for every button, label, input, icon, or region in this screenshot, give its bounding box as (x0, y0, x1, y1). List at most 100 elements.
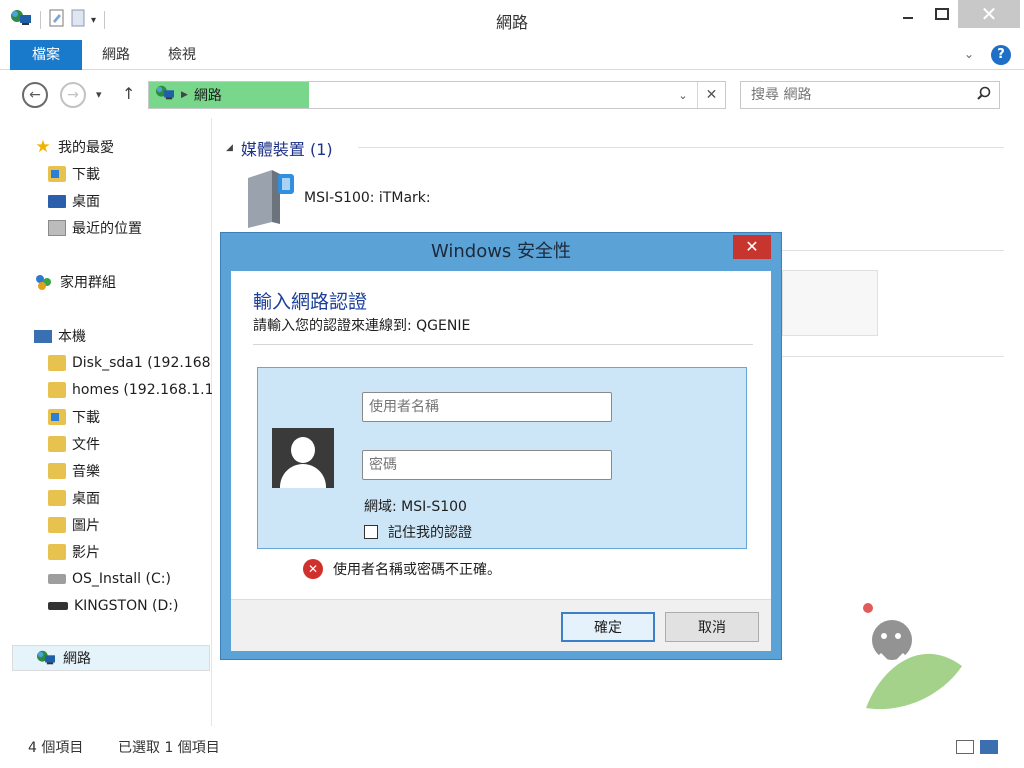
forward-button[interactable]: → (60, 82, 86, 108)
username-field[interactable] (362, 392, 612, 422)
sidebar-item-label: 文件 (72, 437, 100, 453)
address-bar[interactable]: ▶ 網路 ⌄ ✕ (148, 81, 726, 109)
navigation-pane: ★ 我的最愛 下載 桌面 最近的位置 家用群組 本機 Disk_sda1 (19… (0, 118, 212, 726)
media-server-icon (242, 168, 294, 228)
ok-button[interactable]: 確定 (561, 612, 655, 642)
ribbon: 檔案 網路 檢視 ⌄ ? (0, 40, 1024, 70)
maximize-button[interactable] (928, 0, 956, 28)
details-view-icon[interactable] (956, 740, 974, 754)
credential-panel: 網域: MSI-S100 記住我的認證 (257, 367, 747, 549)
network-folder-icon (48, 382, 66, 398)
sidebar-item-desktop[interactable]: 桌面 (48, 188, 212, 214)
sidebar-item-label: 圖片 (72, 518, 100, 534)
group-divider (358, 147, 1004, 148)
sidebar-item-recent-places[interactable]: 最近的位置 (48, 215, 212, 241)
group-divider (782, 250, 1004, 251)
desktop-folder-icon (48, 490, 66, 506)
close-icon: ✕ (745, 237, 759, 256)
sidebar-item-videos[interactable]: 影片 (48, 539, 212, 565)
tab-view[interactable]: 檢視 (156, 40, 208, 70)
up-arrow-icon: ↑ (122, 84, 136, 103)
homegroup-icon (34, 273, 54, 291)
help-icon[interactable]: ? (991, 45, 1011, 65)
address-dropdown-icon[interactable]: ⌄ (671, 82, 695, 108)
sidebar-item-label: 網路 (63, 651, 91, 667)
sidebar-item-d-drive[interactable]: KINGSTON (D:) (48, 593, 212, 619)
window-title: 網路 (495, 13, 528, 32)
chevron-right-icon: ▶ (181, 90, 188, 100)
sidebar-item-music[interactable]: 音樂 (48, 458, 212, 484)
sidebar-item-label: 桌面 (72, 194, 100, 210)
large-icons-view-icon[interactable] (980, 740, 998, 754)
sidebar-item-homegroup[interactable]: 家用群組 (34, 269, 212, 295)
sidebar-item-this-pc[interactable]: 本機 (34, 323, 212, 349)
item-count: 4 個項目 (28, 740, 84, 756)
breadcrumb[interactable]: ▶ 網路 (149, 82, 309, 108)
clear-address-icon[interactable]: ✕ (697, 82, 725, 108)
sidebar-item-pictures[interactable]: 圖片 (48, 512, 212, 538)
search-box[interactable] (740, 81, 1000, 109)
sidebar-item-favorites[interactable]: ★ 我的最愛 (34, 134, 212, 160)
remember-credentials-option[interactable]: 記住我的認證 (364, 522, 472, 542)
domain-label: 網域: MSI-S100 (364, 499, 467, 515)
cancel-button[interactable]: 取消 (665, 612, 759, 642)
sidebar-item-disk-sda1[interactable]: Disk_sda1 (192.168 (48, 350, 212, 376)
collapse-triangle-icon[interactable]: ◢ (226, 143, 233, 153)
recent-places-icon (48, 220, 66, 236)
breadcrumb-item[interactable]: 網路 (194, 85, 222, 105)
network-folder-icon (48, 355, 66, 371)
hard-drive-icon (48, 574, 66, 584)
sidebar-item-downloads[interactable]: 下載 (48, 161, 212, 187)
pictures-folder-icon (48, 517, 66, 533)
sidebar-item-label: 音樂 (72, 464, 100, 480)
sidebar-item-downloads-pc[interactable]: 下載 (48, 404, 212, 430)
downloads-folder-icon (48, 409, 66, 425)
sidebar-item-label: 桌面 (72, 491, 100, 507)
error-icon: ✕ (303, 559, 323, 579)
dialog-body: 輸入網路認證 請輸入您的認證來連線到: QGENIE 網域: MSI-S100 … (231, 271, 771, 651)
tab-file[interactable]: 檔案 (10, 40, 82, 70)
back-button[interactable]: ← (22, 82, 48, 108)
remember-checkbox[interactable] (364, 525, 378, 539)
sidebar-item-network[interactable]: 網路 (12, 645, 210, 671)
watermark-logo (862, 596, 982, 716)
sidebar-item-homes[interactable]: homes (192.168.1.1 (48, 377, 212, 403)
media-device-item[interactable]: MSI-S100: iTMark: (242, 168, 431, 228)
close-button[interactable]: ✕ (958, 0, 1020, 28)
forward-arrow-icon: → (67, 87, 79, 103)
expand-ribbon-icon[interactable]: ⌄ (964, 47, 974, 61)
downloads-folder-icon (48, 166, 66, 182)
minimize-button[interactable] (888, 0, 928, 28)
sidebar-item-c-drive[interactable]: OS_Install (C:) (48, 566, 212, 592)
dialog-subtitle: 請輸入您的認證來連線到: QGENIE (253, 318, 471, 334)
sidebar-item-documents[interactable]: 文件 (48, 431, 212, 457)
up-button[interactable]: ↑ (122, 84, 135, 103)
close-icon: ✕ (980, 2, 998, 26)
media-devices-group-header[interactable]: ◢ 媒體裝置 (1) (226, 136, 333, 160)
search-input[interactable] (741, 82, 961, 108)
password-field[interactable] (362, 450, 612, 480)
documents-folder-icon (48, 436, 66, 452)
sidebar-item-label: 下載 (72, 167, 100, 183)
title-bar: ▾ 網路 ✕ (0, 0, 1024, 40)
sidebar-item-label: 下載 (72, 410, 100, 426)
dialog-title: Windows 安全性 (430, 241, 572, 262)
network-icon (155, 84, 175, 106)
dialog-close-button[interactable]: ✕ (733, 235, 771, 259)
videos-folder-icon (48, 544, 66, 560)
usb-drive-icon (48, 602, 68, 610)
recent-locations-dropdown[interactable]: ▾ (96, 88, 102, 101)
tab-network[interactable]: 網路 (90, 40, 142, 70)
windows-security-dialog: Windows 安全性 ✕ 輸入網路認證 請輸入您的認證來連線到: QGENIE… (220, 232, 782, 660)
sidebar-item-label: 最近的位置 (72, 221, 142, 237)
search-icon[interactable] (977, 86, 991, 104)
network-icon (35, 649, 57, 667)
remember-label: 記住我的認證 (388, 525, 472, 541)
star-icon: ★ (35, 137, 51, 157)
user-avatar-icon (272, 428, 334, 488)
group-divider (782, 356, 1004, 357)
error-message-row: ✕ 使用者名稱或密碼不正確。 (303, 559, 501, 579)
sidebar-item-label: 家用群組 (60, 275, 116, 291)
device-name: MSI-S100: iTMark: (304, 190, 431, 206)
sidebar-item-desktop-pc[interactable]: 桌面 (48, 485, 212, 511)
